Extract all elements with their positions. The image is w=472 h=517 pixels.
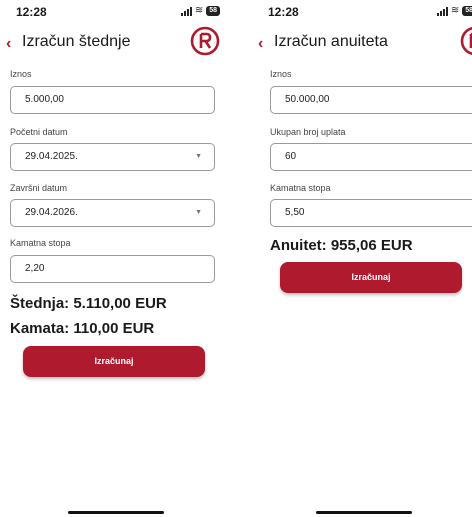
- back-chevron-icon[interactable]: ‹: [258, 35, 263, 53]
- signal-icon: [180, 6, 192, 16]
- back-chevron-icon[interactable]: ‹: [6, 35, 11, 53]
- payments-count-label: Ukupan broj uplata: [270, 127, 346, 137]
- caret-down-icon: ▼: [195, 209, 202, 216]
- home-indicator: [316, 511, 412, 514]
- status-bar: 12:28 ≋ 58: [0, 0, 228, 24]
- start-date-value: 29.04.2025.: [25, 151, 78, 162]
- wifi-icon: ≋: [194, 5, 204, 16]
- amount-input[interactable]: 5.000,00: [10, 86, 215, 114]
- status-icons: ≋ 58: [436, 5, 472, 16]
- home-indicator: [68, 511, 164, 514]
- battery-icon: 58: [462, 6, 472, 16]
- start-date-select[interactable]: 29.04.2025. ▼: [10, 143, 215, 171]
- annuity-result: Anuitet: 955,06 EUR: [270, 237, 413, 254]
- amount-label: Iznos: [270, 69, 292, 79]
- payments-count-input[interactable]: 60: [270, 143, 472, 171]
- r-logo-icon: [460, 27, 472, 55]
- status-time: 12:28: [16, 5, 47, 19]
- interest-rate-label: Kamatna stopa: [10, 238, 71, 248]
- interest-rate-input[interactable]: 5,50: [270, 199, 472, 227]
- start-date-label: Početni datum: [10, 127, 68, 137]
- page-title: Izračun štednje: [22, 33, 131, 50]
- caret-down-icon: ▼: [195, 153, 202, 160]
- calculate-button[interactable]: Izračunaj: [280, 262, 462, 293]
- status-icons: ≋ 58: [180, 5, 220, 16]
- end-date-value: 29.04.2026.: [25, 207, 78, 218]
- end-date-select[interactable]: 29.04.2026. ▼: [10, 199, 215, 227]
- savings-calculator-screen: 12:28 ≋ 58 ‹ Izračun štednje Iznos 5.000…: [0, 0, 228, 517]
- interest-rate-input[interactable]: 2,20: [10, 255, 215, 283]
- amount-label: Iznos: [10, 69, 32, 79]
- interest-result: Kamata: 110,00 EUR: [10, 320, 155, 337]
- interest-rate-label: Kamatna stopa: [270, 183, 331, 193]
- page-title: Izračun anuiteta: [274, 33, 388, 50]
- nav-header: ‹ Izračun anuiteta: [252, 24, 472, 64]
- status-time: 12:28: [268, 5, 299, 19]
- battery-icon: 58: [206, 6, 220, 16]
- status-bar: 12:28 ≋ 58: [252, 0, 472, 24]
- wifi-icon: ≋: [450, 5, 460, 16]
- calculate-button[interactable]: Izračunaj: [23, 346, 205, 377]
- nav-header: ‹ Izračun štednje: [0, 24, 228, 64]
- annuity-calculator-screen: 12:28 ≋ 58 ‹ Izračun anuiteta Iznos 50.0…: [252, 0, 472, 517]
- savings-result: Štednja: 5.110,00 EUR: [10, 295, 167, 312]
- signal-icon: [436, 6, 448, 16]
- r-logo-icon: [190, 26, 220, 56]
- end-date-label: Završni datum: [10, 183, 68, 193]
- amount-input[interactable]: 50.000,00: [270, 86, 472, 114]
